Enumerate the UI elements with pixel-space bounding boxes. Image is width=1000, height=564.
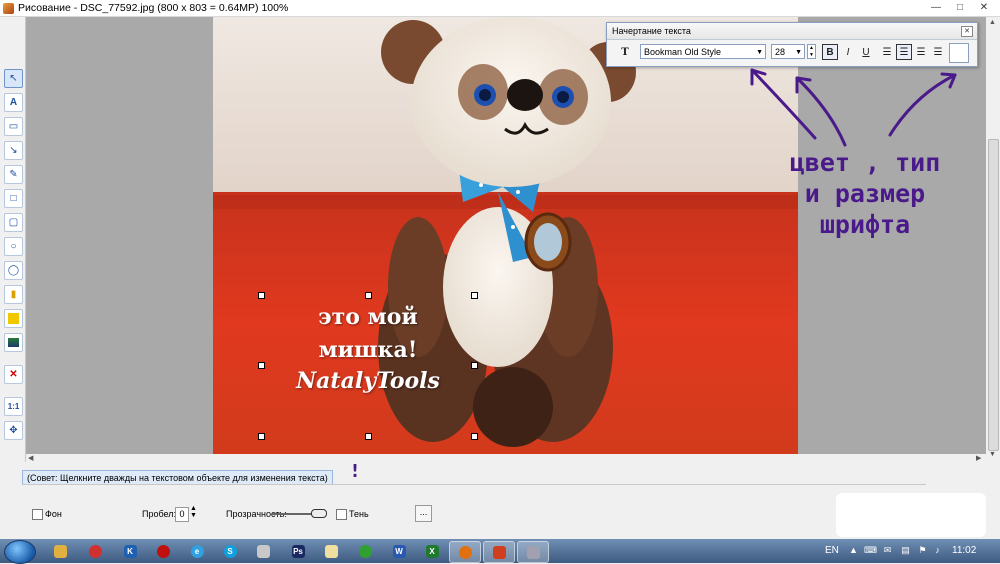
taskbar-app[interactable] xyxy=(517,541,549,563)
taskbar-app[interactable] xyxy=(80,541,110,561)
annotation-line1: цвет , тип xyxy=(789,148,941,177)
horizontal-scrollbar[interactable]: ◀ ▶ xyxy=(26,454,986,464)
taskbar-app[interactable] xyxy=(350,541,380,561)
redacted-area xyxy=(836,493,986,537)
taskbar-app[interactable]: Ps xyxy=(283,541,313,561)
annotation-line3: шрифта xyxy=(819,210,911,239)
skype-icon: S xyxy=(223,544,237,558)
excel-icon: X xyxy=(425,544,439,558)
shadow-checkbox[interactable] xyxy=(336,509,347,520)
spacing-input[interactable]: 0 xyxy=(175,507,189,522)
vertical-scroll-thumb[interactable] xyxy=(988,139,999,451)
scroll-left-icon[interactable]: ◀ xyxy=(28,454,33,462)
annotation-line2: и размер xyxy=(804,179,926,208)
show-hidden-icons-icon[interactable]: ▲ xyxy=(848,545,859,556)
volume-icon[interactable]: ♪ xyxy=(932,545,943,556)
taskbar-paint-app[interactable] xyxy=(483,541,515,563)
opera-icon xyxy=(156,544,170,558)
scroll-down-icon[interactable]: ▼ xyxy=(989,451,996,458)
more-options-button[interactable]: ... xyxy=(415,505,432,522)
taskbar-app[interactable]: S xyxy=(215,541,245,561)
language-indicator[interactable]: EN xyxy=(825,545,839,556)
scroll-right-icon[interactable]: ▶ xyxy=(976,454,981,462)
mail-icon[interactable]: ✉ xyxy=(882,545,893,556)
clock[interactable]: 11:02 xyxy=(952,545,976,556)
firefox-icon xyxy=(458,545,472,559)
photoshop-icon: Ps xyxy=(291,544,305,558)
taskbar-explorer[interactable] xyxy=(45,541,75,561)
taskbar-app[interactable] xyxy=(148,541,178,561)
taskbar-app[interactable] xyxy=(449,541,481,563)
spacing-label: Пробел: xyxy=(142,509,176,519)
start-button[interactable] xyxy=(4,540,36,564)
paint-icon xyxy=(492,545,506,559)
folder-icon xyxy=(53,544,67,558)
background-checkbox[interactable] xyxy=(32,509,43,520)
taskbar-app[interactable]: e xyxy=(182,541,212,561)
taskbar-app[interactable]: X xyxy=(417,541,447,561)
shadow-label: Тень xyxy=(349,509,369,519)
keyboard-icon[interactable]: ⌨ xyxy=(864,545,877,556)
taskbar-app[interactable]: W xyxy=(384,541,414,561)
tool-icon xyxy=(526,545,540,559)
taskbar-app[interactable]: K xyxy=(115,541,145,561)
media-icon xyxy=(88,544,102,558)
windows-taskbar: K e S Ps W X EN ▲ ⌨ ✉ ▤ ⚑ ♪ 11:02 xyxy=(0,539,1000,564)
arrow-to-color xyxy=(888,73,957,137)
network-icon[interactable]: ▤ xyxy=(900,545,911,556)
green-app-icon xyxy=(358,544,372,558)
k-app-icon: K xyxy=(123,544,137,558)
notes-icon xyxy=(324,544,338,558)
vertical-scrollbar[interactable]: ▲ ▼ xyxy=(986,17,1000,462)
taskbar-app[interactable] xyxy=(248,541,278,561)
spacing-stepper[interactable]: ▲ ▼ xyxy=(190,505,197,519)
taskbar-app[interactable] xyxy=(316,541,346,561)
window-icon xyxy=(256,544,270,558)
flag-icon[interactable]: ⚑ xyxy=(917,545,928,556)
transparency-slider-thumb[interactable] xyxy=(311,509,327,518)
word-icon: W xyxy=(392,544,406,558)
ie-icon: e xyxy=(190,544,204,558)
scroll-up-icon[interactable]: ▲ xyxy=(989,19,996,26)
text-options-panel: Фон Пробел: 0 ▲ ▼ Прозрачность: Тень ... xyxy=(22,484,926,533)
background-label: Фон xyxy=(45,509,62,519)
arrow-to-font-size xyxy=(795,76,847,147)
